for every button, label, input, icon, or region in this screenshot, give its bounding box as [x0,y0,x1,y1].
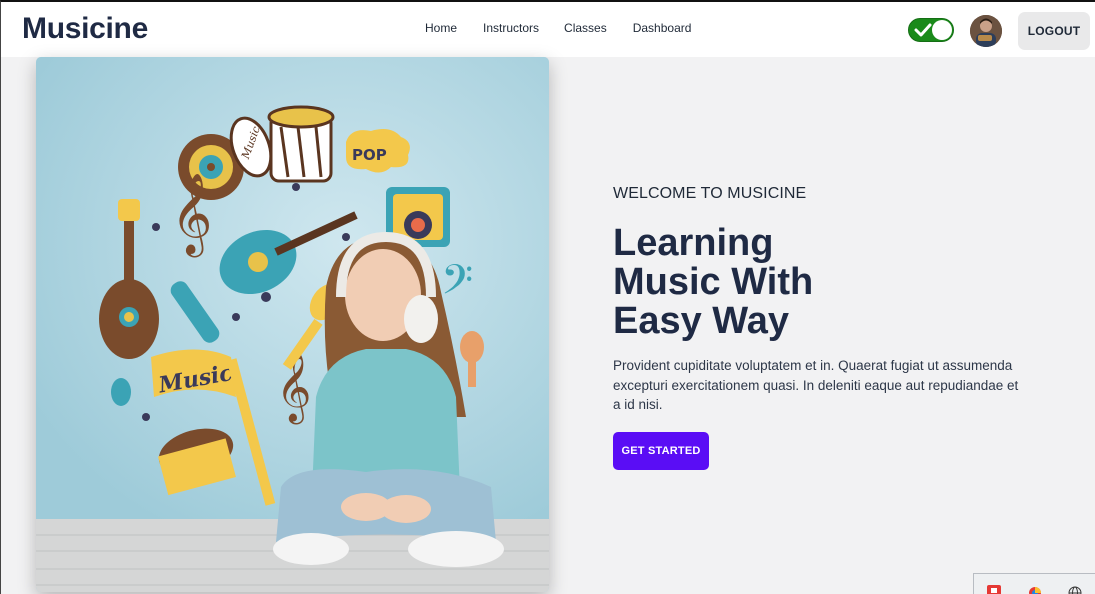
hero-description: Provident cupiditate voluptatem et in. Q… [613,358,1019,412]
check-icon [914,23,932,37]
hero-title-line: Easy Way [613,300,790,342]
globe-icon[interactable] [1068,585,1082,594]
image-pop-text: POP [352,146,387,164]
user-avatar[interactable] [970,15,1002,47]
girl-with-music-instruments-illustration: Music POP 𝄞 𝄞 𝄢 Music [36,57,549,592]
app-icon-red[interactable] [987,585,1001,594]
nav-link-dashboard[interactable]: Dashboard [633,21,692,35]
hero-title-line: Learning [613,222,774,264]
chrome-icon[interactable] [1028,585,1042,594]
nav-link-instructors[interactable]: Instructors [483,21,539,35]
taskbar-tray [973,573,1095,594]
svg-text:𝄢: 𝄢 [441,256,473,314]
get-started-button[interactable]: GET STARTED [613,432,709,470]
svg-text:𝄞: 𝄞 [171,172,212,257]
logout-button[interactable]: LOGOUT [1018,12,1090,50]
hero-title-line: Music With [613,261,814,303]
hero-title: Learning Music With Easy Way [613,224,933,341]
hero-image: Music POP 𝄞 𝄞 𝄢 Music [36,57,549,592]
theme-toggle[interactable] [908,18,954,42]
avatar-image [970,15,1002,47]
nav-link-classes[interactable]: Classes [564,21,607,35]
main-nav: Home Instructors Classes Dashboard [425,21,717,35]
nav-link-home[interactable]: Home [425,21,457,35]
brand-logo[interactable]: Musicine [22,12,148,46]
toggle-knob [932,20,952,40]
top-navbar: Musicine Home Instructors Classes Dashbo… [1,2,1095,57]
hero-eyebrow: WELCOME TO MUSICINE [613,185,807,202]
